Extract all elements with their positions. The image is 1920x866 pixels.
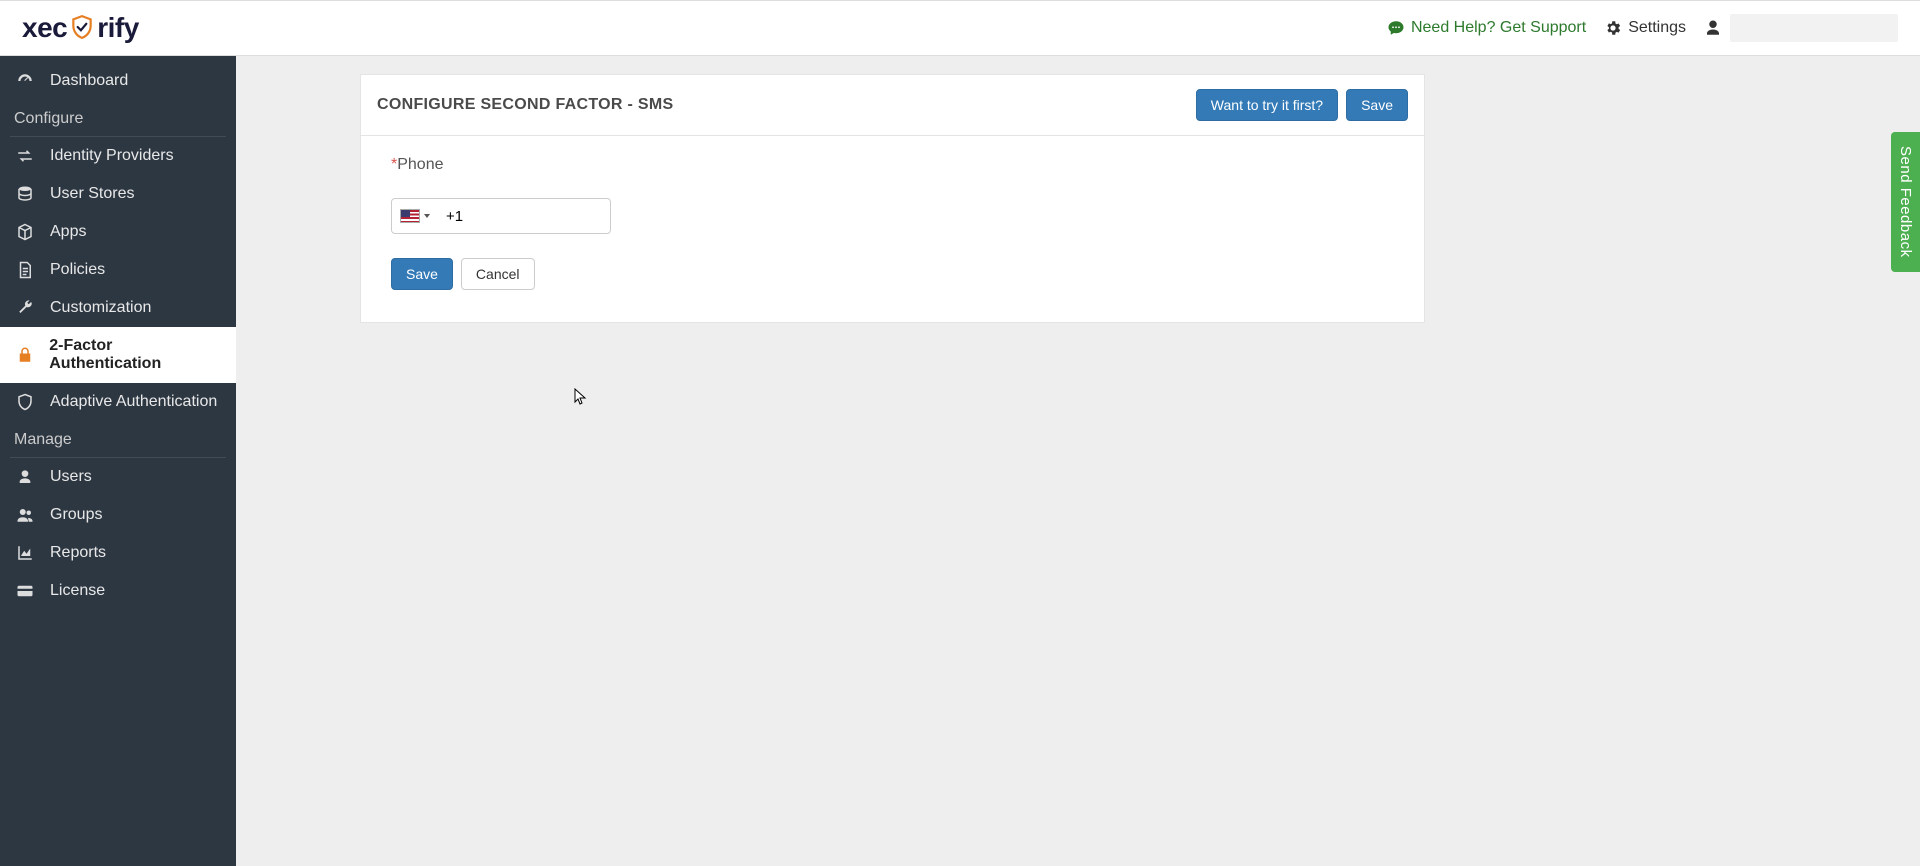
sidebar-item-apps[interactable]: Apps — [0, 213, 236, 251]
sidebar-item-identity-providers[interactable]: Identity Providers — [0, 137, 236, 175]
config-panel: CONFIGURE SECOND FACTOR - SMS Want to tr… — [360, 74, 1425, 323]
sidebar-section-configure: Configure — [10, 100, 226, 137]
user-icon — [1704, 19, 1722, 37]
sidebar-item-license[interactable]: License — [0, 572, 236, 610]
sidebar-section-manage: Manage — [10, 421, 226, 458]
send-feedback-tab[interactable]: Send Feedback — [1891, 132, 1920, 272]
sidebar-label: Users — [50, 468, 92, 486]
country-flag-dropdown[interactable] — [400, 209, 436, 223]
sidebar-item-policies[interactable]: Policies — [0, 251, 236, 289]
save-top-button[interactable]: Save — [1346, 89, 1408, 121]
user-menu[interactable] — [1704, 14, 1898, 42]
phone-input-group — [391, 198, 611, 234]
sidebar-item-dashboard[interactable]: Dashboard — [0, 62, 236, 100]
top-bar: xec rify Need Help? Get Support Settings — [0, 0, 1920, 56]
dashboard-icon — [14, 72, 36, 90]
wrench-icon — [14, 299, 36, 317]
sidebar-label: Apps — [50, 223, 86, 241]
sidebar-item-2fa[interactable]: 2-Factor Authentication — [0, 327, 236, 383]
sidebar-label: Reports — [50, 544, 106, 562]
sidebar-label: Adaptive Authentication — [50, 393, 217, 411]
settings-link[interactable]: Settings — [1604, 19, 1686, 37]
sidebar-item-reports[interactable]: Reports — [0, 534, 236, 572]
sidebar-item-customization[interactable]: Customization — [0, 289, 236, 327]
sidebar-label: Groups — [50, 506, 102, 524]
exchange-icon — [14, 147, 36, 165]
chart-icon — [14, 544, 36, 562]
user-icon — [14, 469, 36, 485]
cube-icon — [14, 223, 36, 241]
main-content: CONFIGURE SECOND FACTOR - SMS Want to tr… — [236, 56, 1920, 866]
panel-body: *Phone Save Cancel — [361, 136, 1424, 322]
sidebar-item-user-stores[interactable]: User Stores — [0, 175, 236, 213]
caret-down-icon — [424, 214, 430, 218]
sidebar-label: Dashboard — [50, 72, 128, 90]
support-label: Need Help? Get Support — [1411, 19, 1586, 37]
users-icon — [14, 506, 36, 524]
sidebar-label: 2-Factor Authentication — [49, 337, 222, 373]
sidebar-label: License — [50, 582, 105, 600]
phone-input[interactable] — [436, 208, 645, 225]
sidebar: Dashboard Configure Identity Providers U… — [0, 56, 236, 866]
sidebar-item-users[interactable]: Users — [0, 458, 236, 496]
gear-icon — [1604, 19, 1622, 37]
support-link[interactable]: Need Help? Get Support — [1387, 19, 1586, 37]
sidebar-item-groups[interactable]: Groups — [0, 496, 236, 534]
logo-text-post: rify — [97, 12, 139, 44]
logo[interactable]: xec rify — [22, 12, 139, 44]
shield-outline-icon — [14, 393, 36, 411]
comment-icon — [1387, 19, 1405, 37]
settings-label: Settings — [1628, 19, 1686, 37]
sidebar-label: Customization — [50, 299, 151, 317]
sidebar-label: User Stores — [50, 185, 134, 203]
sidebar-label: Identity Providers — [50, 147, 174, 165]
save-button[interactable]: Save — [391, 258, 453, 290]
panel-title: CONFIGURE SECOND FACTOR - SMS — [377, 96, 673, 114]
lock-icon — [14, 346, 35, 364]
panel-header: CONFIGURE SECOND FACTOR - SMS Want to tr… — [361, 75, 1424, 136]
try-first-button[interactable]: Want to try it first? — [1196, 89, 1338, 121]
flag-us-icon — [400, 209, 420, 223]
sidebar-label: Policies — [50, 261, 105, 279]
form-actions: Save Cancel — [391, 258, 1394, 290]
database-icon — [14, 185, 36, 203]
panel-actions: Want to try it first? Save — [1196, 89, 1408, 121]
cancel-button[interactable]: Cancel — [461, 258, 535, 290]
document-icon — [14, 261, 36, 279]
sidebar-item-adaptive-auth[interactable]: Adaptive Authentication — [0, 383, 236, 421]
topbar-right: Need Help? Get Support Settings — [1387, 14, 1898, 42]
logo-text-pre: xec — [22, 12, 67, 44]
phone-label: *Phone — [391, 156, 1394, 174]
user-name-obscured — [1730, 14, 1898, 42]
card-icon — [14, 582, 36, 600]
shield-icon — [69, 14, 95, 40]
